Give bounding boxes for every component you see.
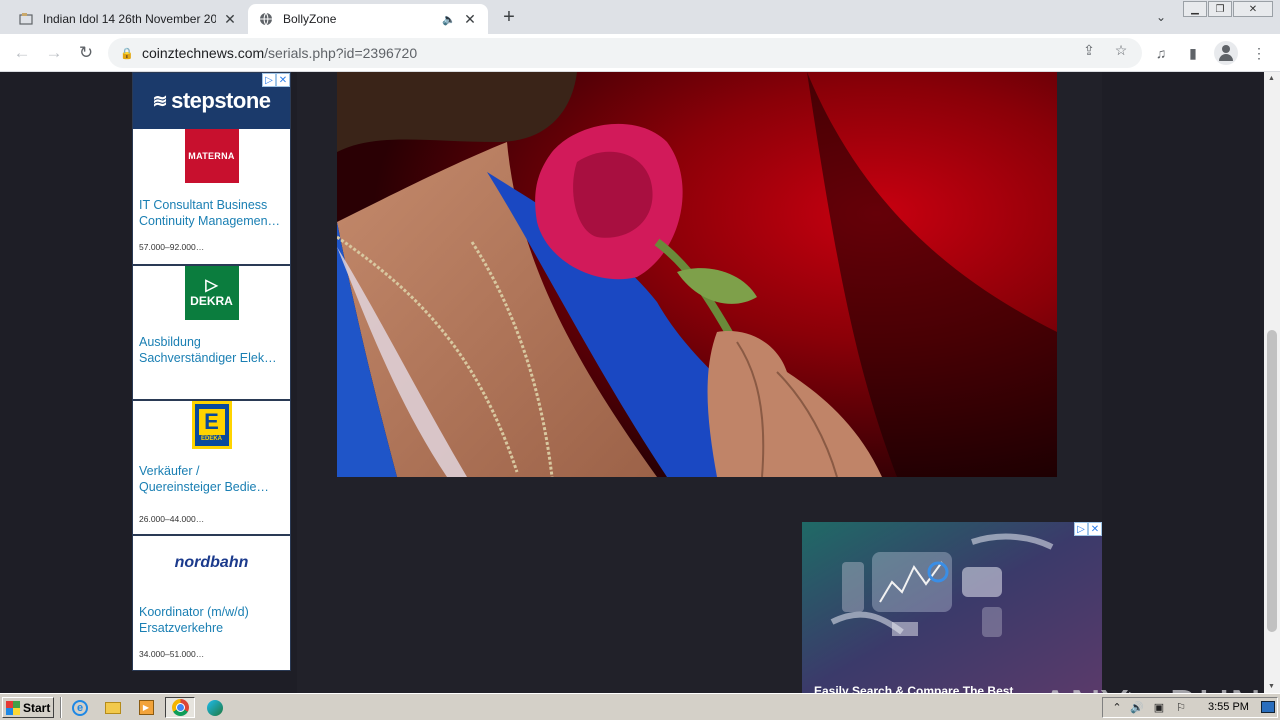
start-label: Start [23,700,51,715]
restore-button[interactable]: ❐ [1208,1,1232,17]
job-title[interactable]: Koordinator (m/w/d) Ersatzverkehre [139,604,284,636]
windows-taskbar: Start e ▶ ⌃ 🔊 ▣ ⚐ 3:55 PM [0,693,1280,720]
internet-explorer-icon[interactable]: e [68,697,92,718]
speaker-icon[interactable]: 🔈 [442,13,456,26]
action-center-flag-icon[interactable]: ⚐ [1173,701,1189,714]
tab-bollyzone[interactable]: BollyZone 🔈 ✕ [248,4,488,34]
back-icon[interactable]: ← [10,41,34,65]
job-title[interactable]: Ausbildung Sachverständiger Elek… [139,334,284,366]
stepstone-mark-icon: ≋ [152,90,168,111]
job-title[interactable]: IT Consultant Business Continuity Manage… [139,197,284,229]
share-icon[interactable]: ⇪ [1080,41,1098,59]
menu-kebab-icon[interactable]: ⋮ [1249,43,1269,63]
close-tab-icon[interactable]: ✕ [222,11,238,27]
ad-info-icon[interactable]: ▷ [1074,522,1088,536]
lock-icon[interactable]: 🔒 [120,47,136,60]
system-tray: ⌃ 🔊 ▣ ⚐ 3:55 PM [1102,697,1278,718]
globe-icon [258,11,274,27]
start-button[interactable]: Start [2,697,54,718]
job-title-line1: Ausbildung [139,335,201,349]
url-path: /serials.php?id=2396720 [264,45,418,61]
stepstone-brand: stepstone [171,88,271,113]
address-bar[interactable]: 🔒 coinztechnews.com/serials.php?id=23967… [108,38,1142,68]
forward-icon[interactable]: → [42,41,66,65]
play-triangle-icon: ▷ [1129,678,1167,693]
show-desktop-icon[interactable] [1261,701,1275,713]
ad-close-icon[interactable]: ✕ [276,73,290,87]
media-control-icon[interactable]: ♫ [1151,43,1171,63]
job-listing[interactable]: MATERNA IT Consultant Business Continuit… [133,129,290,264]
company-name: MATERNA [188,151,235,161]
watermark-left: ANY [1040,682,1128,694]
network-icon[interactable]: ▣ [1151,701,1167,714]
job-title-line2: Quereinsteiger Bedie… [139,480,269,494]
company-name: nordbahn [174,554,249,571]
file-explorer-icon[interactable] [101,697,125,718]
taskbar-separator [60,697,62,718]
ad-close-icon[interactable]: ✕ [1088,522,1102,536]
close-window-button[interactable]: ✕ [1233,1,1273,17]
chrome-taskbar-icon[interactable] [165,697,195,718]
job-listing[interactable]: ▷ DEKRA Ausbildung Sachverständiger Elek… [133,264,290,399]
bottom-right-ad[interactable]: ▷ ✕ Easily Search & Compare The Best [802,522,1102,693]
edge-icon[interactable] [203,697,227,718]
job-title-line1: Koordinator (m/w/d) [139,605,249,619]
show-hidden-icons-icon[interactable]: ⌃ [1109,701,1125,714]
side-panel-icon[interactable]: ▮ [1183,43,1203,63]
job-title-line2: Sachverständiger Elek… [139,351,277,365]
scrollbar-thumb[interactable] [1267,330,1277,632]
anyrun-watermark: ANY ▷ RUN [1040,678,1262,694]
job-title-line2: Ersatzverkehre [139,621,224,635]
profile-avatar-icon[interactable] [1214,41,1238,65]
job-title[interactable]: Verkäufer / Quereinsteiger Bedie… [139,463,284,495]
tab-indian-idol[interactable]: Indian Idol 14 26th November 2023 ✕ [8,4,248,34]
page-icon [18,11,34,27]
nordbahn-logo: nordbahn [157,536,267,590]
left-sidebar-ad[interactable]: ▷ ✕ ≋ stepstone MATERNA IT Consultant Bu… [132,72,291,671]
ad-trading-image [802,522,1102,693]
watermark-right: RUN [1168,682,1262,694]
job-title-line2: Continuity Managemen… [139,214,281,228]
url-text: coinztechnews.com/serials.php?id=2396720 [142,45,417,61]
job-salary: 34.000–51.000… [139,649,205,659]
job-listing[interactable]: nordbahn Koordinator (m/w/d) Ersatzverke… [133,534,290,669]
ad-info-icon[interactable]: ▷ [262,73,276,87]
tab-title: BollyZone [283,12,337,26]
video-frame-image [337,72,1057,477]
tab-strip: Indian Idol 14 26th November 2023 ✕ Boll… [0,0,1280,34]
edeka-logo: E EDEKA [191,401,232,449]
reload-icon[interactable]: ↻ [74,41,98,65]
dekra-logo: ▷ DEKRA [184,266,239,320]
scroll-up-icon[interactable]: ▲ [1268,75,1276,82]
page-scrollbar[interactable]: ▲ ▼ [1264,72,1280,693]
media-player-icon[interactable]: ▶ [134,697,158,718]
ad-choices: ▷ ✕ [262,73,290,87]
tab-search-icon[interactable]: ⌄ [1150,7,1172,27]
dekra-mark-icon: ▷ [205,277,218,294]
materna-logo: MATERNA [184,129,239,183]
volume-icon[interactable]: 🔊 [1129,701,1145,714]
minimize-button[interactable]: ▁ [1183,1,1207,17]
close-tab-icon[interactable]: ✕ [462,11,478,27]
browser-toolbar: ← → ↻ 🔒 coinztechnews.com/serials.php?id… [0,34,1280,72]
company-name: EDEKA [200,435,222,442]
taskbar-clock[interactable]: 3:55 PM [1208,701,1249,713]
video-player[interactable] [337,72,1057,477]
ad-caption: Easily Search & Compare The Best [814,684,1014,693]
scroll-down-icon[interactable]: ▼ [1268,683,1276,690]
windows-flag-icon [6,700,20,715]
job-salary: 26.000–44.000… [139,514,205,524]
bookmark-star-icon[interactable]: ☆ [1112,41,1130,59]
job-title-line1: Verkäufer / [139,464,200,478]
job-listing[interactable]: E EDEKA Verkäufer / Quereinsteiger Bedie…… [133,399,290,534]
ad-choices: ▷ ✕ [1074,522,1102,536]
edeka-e-icon: E [198,408,225,435]
tab-title: Indian Idol 14 26th November 2023 [43,12,216,26]
job-salary: 57.000–92.000… [139,242,205,252]
job-title-line1: IT Consultant Business [139,198,268,212]
new-tab-button[interactable]: + [498,6,520,28]
company-name: DEKRA [190,294,233,308]
url-domain: coinztechnews.com [142,45,265,61]
page-viewport: ▷ ✕ ≋ stepstone MATERNA IT Consultant Bu… [0,72,1264,693]
